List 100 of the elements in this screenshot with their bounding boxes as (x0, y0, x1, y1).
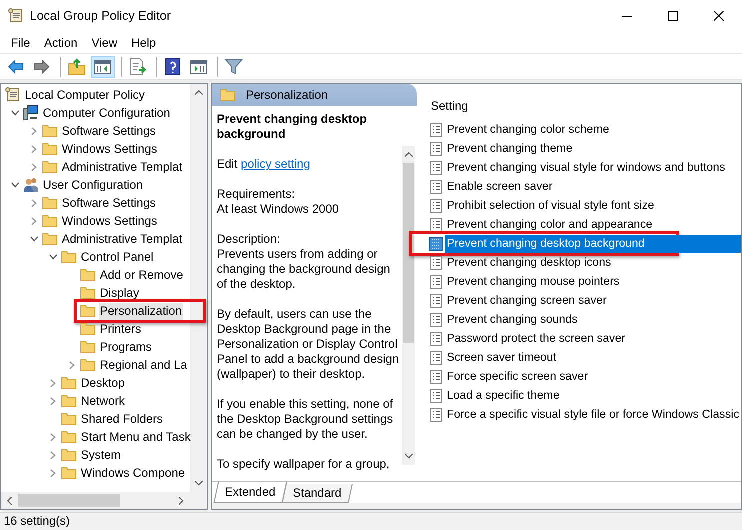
scroll-icon (5, 87, 21, 103)
chevron-right-icon[interactable] (50, 378, 56, 388)
tree-item[interactable]: Regional and La (99, 356, 188, 374)
tree-item[interactable]: Administrative Templat (61, 158, 184, 176)
tree-item[interactable]: Display (99, 284, 140, 302)
vertical-scrollbar[interactable] (190, 84, 207, 492)
folder-icon (61, 429, 77, 445)
setting-row[interactable]: Prevent changing desktop icons (445, 254, 741, 272)
tree-item[interactable]: Shared Folders (80, 410, 164, 428)
folder-icon (61, 447, 77, 463)
horizontal-scrollbar[interactable] (1, 492, 207, 509)
description-text: If you enable this setting, none of the Desktop Background settings can be changed by the user. (217, 397, 394, 442)
tree-item[interactable]: Local Computer Policy (24, 86, 146, 104)
tree-item[interactable]: System (80, 446, 122, 464)
status-text: 16 setting(s) (0, 512, 742, 530)
tree-item[interactable]: Printers (99, 320, 142, 338)
setting-row[interactable]: Force a specific visual style file or force Windows Classic (445, 406, 742, 424)
setting-row[interactable]: Prohibit selection of visual style font size (445, 196, 741, 214)
chevron-right-icon[interactable] (50, 432, 56, 442)
chevron-down-icon[interactable] (10, 110, 20, 116)
description-text: Description: (217, 232, 282, 247)
chevron-right-icon[interactable] (50, 450, 56, 460)
panel-icon (190, 58, 208, 76)
policy-setting-link[interactable]: policy setting (241, 157, 310, 171)
setting-icon (429, 370, 443, 384)
setting-icon (429, 312, 443, 326)
menu-item[interactable]: File (4, 32, 38, 53)
setting-row[interactable]: Prevent changing color scheme (445, 120, 741, 138)
scroll-left-icon (7, 496, 12, 504)
tree-item[interactable]: Network (80, 392, 126, 410)
description-text: By default, users can use the Desktop Background page in the Personalization or Display Control Panel to add a background design (wallpaper) to their desktop. (217, 307, 400, 382)
setting-row[interactable]: Prevent changing sounds (445, 310, 741, 328)
setting-row[interactable]: Prevent changing theme (445, 140, 741, 158)
tree-item[interactable]: Control Panel (80, 248, 155, 266)
menu-item[interactable]: Help (124, 32, 164, 53)
chevron-down-icon[interactable] (10, 182, 20, 188)
tree-item[interactable]: Programs (99, 338, 154, 356)
scroll-up-icon (194, 90, 202, 95)
tree-item[interactable]: Windows Settings (61, 140, 158, 158)
setting-icon (429, 274, 443, 288)
scrollbar-thumb[interactable] (403, 163, 414, 343)
chevron-right-icon[interactable] (31, 162, 37, 172)
forward-arrow-icon (33, 58, 51, 76)
setting-row[interactable]: Enable screen saver (445, 178, 741, 196)
setting-row[interactable]: Prevent changing visual style for windows and buttons (445, 158, 741, 176)
folder-icon (80, 321, 96, 337)
setting-row[interactable]: Prevent changing mouse pointers (445, 272, 741, 290)
chevron-down-icon[interactable] (48, 254, 58, 260)
tree-item[interactable]: Software Settings (61, 122, 158, 140)
chevron-right-icon[interactable] (31, 216, 37, 226)
tree-item[interactable]: Add or Remove (99, 266, 184, 284)
chevron-right-icon[interactable] (50, 468, 56, 478)
tree-item[interactable]: Windows Compone (80, 464, 186, 482)
tree-item[interactable]: Personalization (99, 302, 184, 320)
pane-title: Personalization (246, 87, 328, 104)
tree-item[interactable]: Start Menu and Task (80, 428, 192, 446)
tree-item[interactable]: Computer Configuration (42, 104, 172, 122)
tab[interactable]: Extended (214, 482, 287, 503)
setting-row[interactable]: Screen saver timeout (445, 348, 741, 366)
tree-item[interactable]: User Configuration (42, 176, 144, 194)
tree-item[interactable]: Desktop (80, 374, 126, 392)
scroll-right-icon (179, 496, 184, 504)
setting-icon (429, 388, 443, 402)
tree-item[interactable]: Administrative Templat (61, 230, 184, 248)
column-header[interactable]: Setting (417, 98, 741, 120)
setting-row[interactable]: Password protect the screen saver (445, 330, 741, 348)
menu-item[interactable]: Action (37, 32, 85, 53)
chevron-down-icon[interactable] (30, 236, 38, 242)
panel-icon (94, 58, 112, 76)
edit-text: Edit policy setting (217, 157, 312, 172)
setting-row[interactable]: Force specific screen saver (445, 368, 741, 386)
computer-icon (23, 105, 39, 121)
folder-icon (80, 285, 96, 301)
scroll-down-icon (194, 481, 202, 486)
chevron-right-icon[interactable] (31, 144, 37, 154)
setting-icon (429, 350, 443, 364)
description-text: At least Windows 2000 (217, 202, 340, 217)
folder-icon (61, 393, 77, 409)
setting-title: Prevent changing desktop background (217, 112, 368, 142)
vertical-scrollbar[interactable] (402, 146, 415, 465)
setting-row[interactable]: Prevent changing color and appearance (445, 216, 741, 234)
toolbar-button[interactable] (91, 56, 115, 78)
scrollbar-thumb[interactable] (18, 494, 120, 507)
folder-icon (42, 195, 58, 211)
setting-icon (429, 236, 443, 250)
tree-item[interactable]: Windows Settings (61, 212, 158, 230)
chevron-right-icon[interactable] (31, 126, 37, 136)
setting-icon (429, 294, 443, 308)
setting-row[interactable]: Load a specific theme (445, 386, 741, 404)
setting-row[interactable]: Prevent changing screen saver (445, 292, 741, 310)
chevron-right-icon[interactable] (31, 198, 37, 208)
window-title: Local Group Policy Editor (30, 8, 172, 25)
menu-item[interactable]: View (84, 32, 124, 53)
chevron-right-icon[interactable] (50, 396, 56, 406)
description-text: To specify wallpaper for a group, (217, 457, 391, 472)
chevron-right-icon[interactable] (69, 360, 75, 370)
tab[interactable]: Standard (282, 484, 352, 503)
tree-item[interactable]: Software Settings (61, 194, 158, 212)
setting-icon (429, 198, 443, 212)
setting-row[interactable]: Prevent changing desktop background (445, 234, 741, 252)
